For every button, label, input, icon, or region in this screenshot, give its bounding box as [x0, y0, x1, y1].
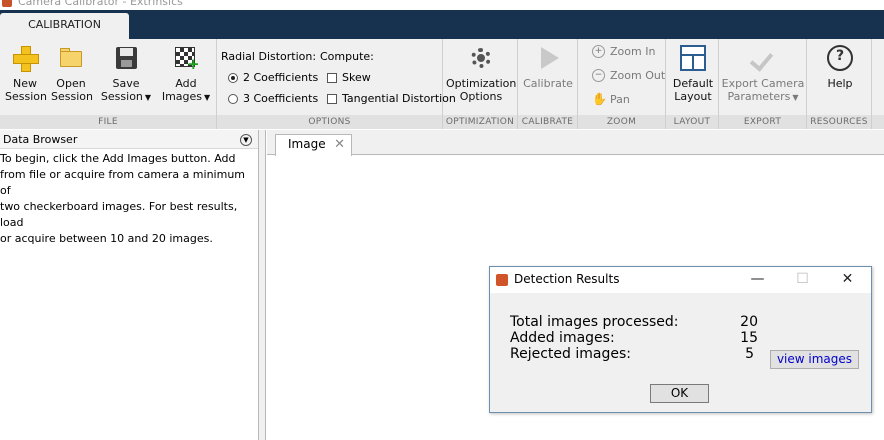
rejected-images-label: Rejected images:: [510, 346, 631, 362]
zoom-in-button[interactable]: + Zoom In: [592, 45, 655, 58]
window-titlebar: Camera Calibrator - Extrinsics: [0, 0, 884, 10]
radio-3-coefficients[interactable]: 3 Coefficients: [228, 92, 318, 105]
checkbox-icon: [327, 72, 337, 83]
folder-icon: [58, 45, 84, 71]
tangential-distortion-checkbox[interactable]: Tangential Distortion: [327, 92, 456, 105]
ok-button[interactable]: OK: [650, 384, 709, 403]
detection-results-dialog: Detection Results — ☐ ✕ Total images pro…: [489, 266, 872, 413]
plus-icon: [12, 45, 39, 72]
zoom-in-icon: +: [592, 45, 605, 58]
floppy-disk-icon: [113, 45, 139, 71]
export-camera-parameters-button[interactable]: Export Camera Parameters ▼: [721, 45, 805, 104]
window-title: Camera Calibrator - Extrinsics: [18, 0, 183, 8]
save-session-button[interactable]: Save Session ▼: [98, 45, 154, 104]
chevron-down-icon: ▼: [144, 93, 152, 102]
zoom-out-button[interactable]: − Zoom Out: [592, 69, 665, 82]
group-label-options: OPTIONS: [217, 115, 442, 129]
data-browser-title: Data Browser: [3, 133, 78, 146]
group-optimization: Optimization Options OPTIMIZATION: [443, 39, 518, 129]
default-layout-button[interactable]: Default Layout: [668, 45, 718, 103]
added-images-label: Added images:: [510, 330, 615, 346]
calibrate-button[interactable]: Calibrate: [522, 45, 574, 90]
open-session-button[interactable]: Open Session: [51, 45, 93, 103]
pan-button[interactable]: ✋ Pan: [592, 92, 630, 107]
help-icon: ?: [827, 45, 853, 71]
play-icon: [535, 45, 561, 71]
data-browser-panel: Data Browser ▼ To begin, click the Add I…: [0, 130, 259, 440]
layout-icon: [680, 45, 706, 71]
group-resources: ? Help RESOURCES: [807, 39, 872, 129]
dialog-titlebar: Detection Results — ☐ ✕: [490, 267, 871, 293]
view-images-button[interactable]: view images: [770, 350, 859, 369]
group-label-layout: LAYOUT: [666, 115, 718, 129]
data-browser-header: Data Browser ▼: [0, 130, 258, 149]
radio-unselected-icon: [228, 93, 238, 104]
close-tab-icon[interactable]: ✕: [334, 135, 345, 154]
ribbon-toolbar: New Session Open Session Save Session ▼ +…: [0, 39, 884, 129]
radial-distortion-title: Radial Distortion:: [221, 50, 317, 63]
maximize-button[interactable]: ☐: [780, 267, 825, 293]
group-label-zoom: ZOOM: [578, 115, 665, 129]
group-label-calibrate: CALIBRATE: [518, 115, 577, 129]
panel-splitter[interactable]: [259, 130, 266, 440]
data-browser-instructions: To begin, click the Add Images button. A…: [0, 152, 246, 245]
ribbon-filler: [872, 39, 884, 129]
matlab-logo-icon: [496, 274, 508, 286]
gear-icon: [468, 45, 494, 71]
chevron-down-icon: ▼: [204, 93, 211, 102]
close-button[interactable]: ✕: [825, 267, 870, 293]
group-export: Export Camera Parameters ▼ EXPORT: [719, 39, 807, 129]
skew-checkbox[interactable]: Skew: [327, 71, 371, 84]
hand-icon: ✋: [592, 92, 607, 106]
group-file: New Session Open Session Save Session ▼ +…: [0, 39, 217, 129]
added-images-value: 15: [740, 330, 758, 346]
radio-selected-icon: [228, 72, 238, 83]
group-label-optimization: OPTIMIZATION: [443, 115, 517, 129]
group-layout: Default Layout LAYOUT: [666, 39, 719, 129]
group-zoom: + Zoom In − Zoom Out ✋ Pan ZOOM: [578, 39, 666, 129]
total-images-label: Total images processed:: [510, 314, 679, 330]
checkbox-icon: [327, 93, 337, 104]
group-label-resources: RESOURCES: [807, 115, 871, 129]
total-images-value: 20: [740, 314, 758, 330]
tab-image[interactable]: Image ✕: [275, 134, 352, 156]
checkerboard-add-icon: +: [173, 45, 200, 72]
group-label-file: FILE: [0, 115, 216, 129]
panel-menu-icon[interactable]: ▼: [240, 134, 252, 146]
new-session-button[interactable]: New Session: [5, 45, 47, 103]
rejected-images-value: 5: [745, 346, 754, 362]
zoom-out-icon: −: [592, 69, 605, 82]
checkmark-icon: [750, 45, 776, 71]
compute-title: Compute:: [320, 50, 374, 63]
tab-calibration[interactable]: CALIBRATION: [0, 13, 129, 39]
add-images-button[interactable]: + Add Images ▼: [160, 45, 212, 104]
optimization-options-button[interactable]: Optimization Options: [446, 45, 516, 103]
dialog-title: Detection Results: [514, 272, 620, 286]
help-button[interactable]: ? Help: [815, 45, 865, 90]
group-options: Radial Distortion: Compute: 2 Coefficien…: [217, 39, 456, 129]
minimize-button[interactable]: —: [735, 267, 780, 293]
group-calibrate: Calibrate CALIBRATE: [518, 39, 578, 129]
matlab-logo-icon: [2, 0, 12, 7]
ribbon-tabstrip: CALIBRATION: [0, 10, 884, 39]
chevron-down-icon: ▼: [792, 93, 799, 102]
group-label-export: EXPORT: [719, 115, 806, 129]
radio-2-coefficients[interactable]: 2 Coefficients: [228, 71, 318, 84]
document-tabstrip: Image ✕: [267, 130, 884, 156]
